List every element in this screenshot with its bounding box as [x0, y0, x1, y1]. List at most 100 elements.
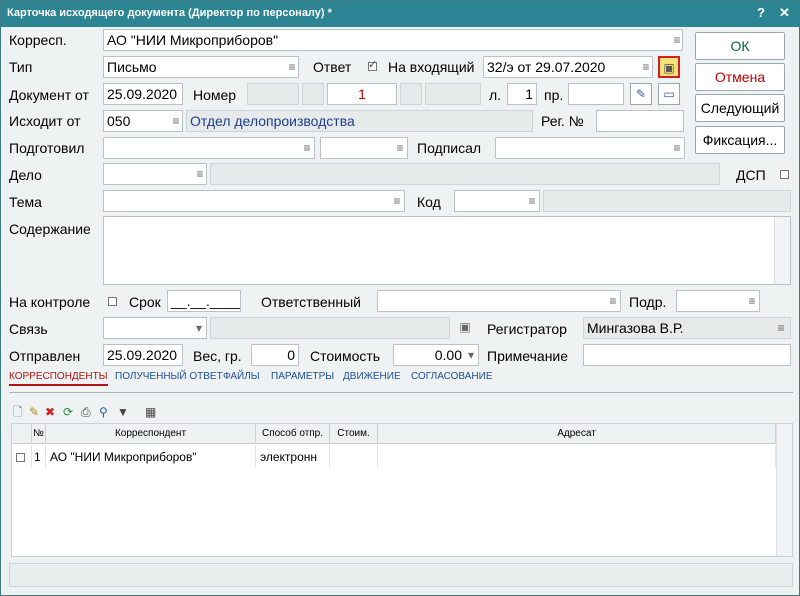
dsp-checkbox[interactable] — [780, 170, 789, 179]
reg-no-field[interactable] — [596, 110, 684, 132]
registrar-field: Мингазова В.Р. — [583, 317, 791, 339]
tab-received-answer[interactable]: ПОЛУЧЕННЫЙ ОТВЕТ — [115, 371, 223, 382]
tab-parameters[interactable]: ПАРАМЕТРЫ — [271, 371, 334, 382]
table-row[interactable]: 1 АО "НИИ Микроприборов" электронн — [12, 446, 792, 468]
case-list-icon[interactable]: ≡ — [192, 163, 208, 185]
row-select-cell[interactable] — [12, 446, 32, 468]
number-main-field[interactable]: 1 — [327, 83, 397, 105]
case-name-field — [210, 163, 720, 185]
new-icon[interactable]: 🗋 — [13, 405, 23, 419]
content-label: Содержание — [9, 221, 91, 237]
on-incoming-field[interactable]: 32/э от 29.07.2020 — [483, 56, 653, 78]
cost-label: Стоимость — [310, 348, 381, 364]
deadline-field[interactable]: __.__.____ — [167, 290, 241, 312]
print-icon[interactable]: ⎙ — [81, 405, 91, 419]
row-correspondent-cell: АО "НИИ Микроприборов" — [46, 446, 256, 468]
link-dropdown-icon[interactable]: ▾ — [191, 317, 207, 339]
grid-scrollbar[interactable] — [776, 424, 792, 556]
pr-field[interactable] — [568, 83, 624, 105]
type-list-icon[interactable]: ≡ — [284, 56, 300, 78]
corresp-list-icon[interactable]: ≡ — [669, 29, 685, 51]
signed-field[interactable] — [495, 137, 685, 159]
tab-correspondents[interactable]: КОРРЕСПОНДЕНТЫ — [9, 371, 108, 386]
tab-approval[interactable]: СОГЛАСОВАНИЕ — [411, 371, 493, 382]
edit-icon[interactable]: ✎ — [29, 405, 39, 419]
title-bar: Карточка исходящего документа (Директор … — [1, 1, 799, 27]
search-icon[interactable]: ⚲ — [99, 405, 108, 419]
case-label: Дело — [9, 167, 42, 183]
ok-button[interactable]: ОК — [695, 32, 785, 60]
tab-files[interactable]: ФАЙЛЫ — [223, 371, 260, 382]
answer-checkbox[interactable] — [368, 58, 377, 71]
corresp-field[interactable]: АО "НИИ Микроприборов" — [103, 29, 683, 51]
delete-icon[interactable]: ✖ — [45, 405, 55, 419]
pr-label: пр. — [544, 87, 564, 103]
tab-movement[interactable]: ДВИЖЕНИЕ — [343, 371, 401, 382]
prepared-label: Подготовил — [9, 140, 85, 156]
note-label: Примечание — [487, 348, 569, 364]
from-list-icon[interactable]: ≡ — [168, 110, 184, 132]
dept-list-icon[interactable]: ≡ — [744, 290, 760, 312]
content-scrollbar[interactable] — [774, 217, 790, 284]
weight-field[interactable]: 0 — [251, 344, 299, 366]
sent-date-field[interactable]: 25.09.2020 — [103, 344, 183, 366]
note-field[interactable] — [583, 344, 791, 366]
type-field[interactable]: Письмо — [103, 56, 299, 78]
type-label: Тип — [9, 59, 33, 75]
l-field[interactable]: 1 — [507, 83, 537, 105]
content-textarea[interactable] — [103, 216, 791, 285]
scan-icon[interactable]: ▭ — [658, 83, 680, 105]
prepared-extra-list-icon[interactable]: ≡ — [392, 137, 408, 159]
cost-dropdown-icon[interactable]: ▾ — [463, 344, 479, 366]
subject-list-icon[interactable]: ≡ — [389, 190, 405, 212]
subject-field[interactable] — [103, 190, 405, 212]
row-checkbox[interactable] — [16, 453, 25, 462]
row-addressee-cell — [378, 446, 776, 468]
refresh-icon[interactable]: ⟳ — [63, 405, 73, 419]
link-doc-field — [210, 317, 450, 339]
cancel-button[interactable]: Отмена — [695, 63, 785, 91]
columns-icon[interactable]: ▦ — [145, 405, 156, 419]
corresp-label: Корресп. — [9, 32, 67, 48]
registrar-list-icon: ≡ — [777, 321, 785, 335]
tab-divider — [9, 392, 793, 393]
signed-list-icon[interactable]: ≡ — [669, 137, 685, 159]
fixation-button[interactable]: Фиксация... — [695, 126, 785, 154]
grid-header-correspondent[interactable]: Корреспондент — [46, 424, 256, 444]
number-suffix-field[interactable] — [425, 83, 481, 105]
control-checkbox[interactable] — [108, 297, 117, 306]
next-button[interactable]: Следующий — [695, 94, 785, 122]
responsible-field[interactable] — [377, 290, 621, 312]
dept-label: Подр. — [629, 294, 667, 310]
grid-header-cost[interactable]: Стоим. — [330, 424, 378, 444]
correspondents-grid: № Корреспондент Способ отпр. Стоим. Адре… — [11, 423, 793, 557]
document-card-window: Карточка исходящего документа (Директор … — [0, 0, 800, 596]
from-dept-label: Исходит от — [9, 113, 81, 129]
number-prefix-field[interactable] — [247, 83, 299, 105]
prepared-list-icon[interactable]: ≡ — [299, 137, 315, 159]
code-list-icon[interactable]: ≡ — [524, 190, 540, 212]
help-icon[interactable]: ? — [757, 5, 765, 20]
number-sep-field[interactable] — [302, 83, 324, 105]
number-sep2-field[interactable] — [400, 83, 422, 105]
copy-link-icon[interactable]: ▣ — [454, 317, 476, 339]
incoming-card-icon[interactable]: ▣ — [658, 56, 680, 78]
grid-header-addressee[interactable]: Адресат — [378, 424, 776, 444]
grid-header-method[interactable]: Способ отпр. — [256, 424, 330, 444]
code-name-field — [543, 190, 791, 212]
dsp-label: ДСП — [736, 167, 766, 183]
responsible-list-icon[interactable]: ≡ — [605, 290, 621, 312]
prepared-field[interactable] — [103, 137, 315, 159]
on-incoming-list-icon[interactable]: ≡ — [638, 56, 654, 78]
row-cost-cell — [330, 446, 378, 468]
from-name-field: Отдел делопроизводства — [186, 110, 533, 132]
edit-stamp-icon[interactable]: ✎ — [630, 83, 652, 105]
control-label: На контроле — [9, 294, 91, 310]
filter-icon[interactable]: ▼ — [117, 405, 129, 419]
grid-header: № Корреспондент Способ отпр. Стоим. Адре… — [12, 424, 792, 444]
close-icon[interactable]: ✕ — [779, 5, 790, 21]
signed-label: Подписал — [417, 140, 482, 156]
grid-header-no[interactable]: № — [32, 424, 46, 444]
link-label: Связь — [9, 321, 48, 337]
doc-date-field[interactable]: 25.09.2020 — [103, 83, 183, 105]
